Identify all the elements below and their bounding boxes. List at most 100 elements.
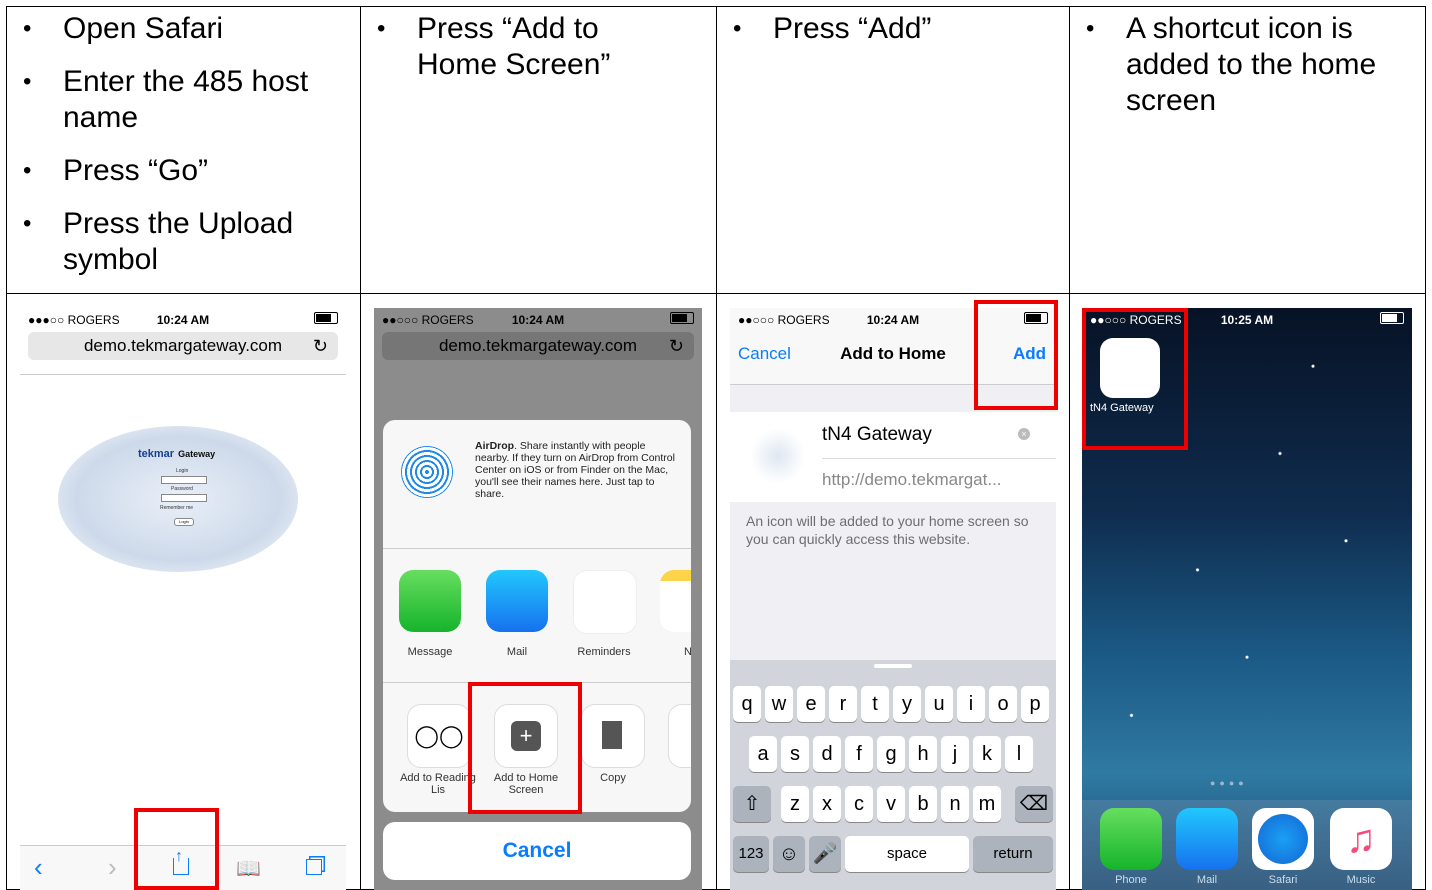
reading-list-icon[interactable]: ◯◯ bbox=[407, 704, 471, 768]
key-l[interactable]: l bbox=[1005, 736, 1033, 772]
address-bar: demo.tekmargateway.com ↻ bbox=[382, 332, 694, 360]
emoji-key-icon[interactable]: ☺ bbox=[773, 836, 805, 872]
address-url: demo.tekmargateway.com bbox=[83, 336, 283, 355]
print-icon[interactable] bbox=[668, 704, 691, 768]
bookmark-form: tN4 Gateway × http://demo.tekmargat... bbox=[730, 412, 1056, 502]
forward-icon[interactable]: › bbox=[108, 852, 117, 883]
copy-icon[interactable] bbox=[581, 704, 645, 768]
tekmar-logo: tekmar Gateway bbox=[138, 448, 216, 460]
battery-icon bbox=[1380, 312, 1404, 324]
music-app-icon[interactable]: ♫ bbox=[1330, 808, 1392, 870]
instruction-cell-1: Open Safari Enter the 485 host name Pres… bbox=[6, 6, 361, 294]
key-c[interactable]: c bbox=[845, 786, 873, 822]
bookmarks-icon[interactable]: 📖 bbox=[236, 856, 261, 881]
url-field: http://demo.tekmargat... bbox=[822, 470, 1002, 489]
highlight-new-icon bbox=[1082, 308, 1188, 450]
reload-icon[interactable]: ↻ bbox=[313, 332, 328, 360]
key-r[interactable]: r bbox=[829, 686, 857, 722]
key-p[interactable]: p bbox=[1021, 686, 1049, 722]
clear-icon[interactable]: × bbox=[1018, 428, 1030, 440]
key-u[interactable]: u bbox=[925, 686, 953, 722]
key-o[interactable]: o bbox=[989, 686, 1017, 722]
highlight-add-button bbox=[974, 300, 1058, 410]
login-button[interactable]: Login bbox=[174, 518, 194, 526]
login-label: Login bbox=[176, 468, 189, 474]
notes-app-icon[interactable] bbox=[660, 570, 691, 632]
key-m[interactable]: m bbox=[973, 786, 1001, 822]
key-f[interactable]: f bbox=[845, 736, 873, 772]
step-shortcut-added: A shortcut icon is added to the home scr… bbox=[1070, 11, 1425, 119]
key-a[interactable]: a bbox=[749, 736, 777, 772]
return-key[interactable]: return bbox=[973, 836, 1053, 872]
instruction-cell-2: Press “Add to Home Screen” bbox=[360, 6, 717, 294]
remember-label: Remember me bbox=[160, 505, 194, 511]
notes-label: No bbox=[683, 646, 691, 658]
key-s[interactable]: s bbox=[781, 736, 809, 772]
step-add-home-screen: Press “Add to Home Screen” bbox=[361, 11, 716, 83]
key-d[interactable]: d bbox=[813, 736, 841, 772]
reminders-app-icon[interactable] bbox=[573, 570, 637, 634]
mail-app-icon[interactable] bbox=[1176, 808, 1238, 870]
messages-app-icon[interactable] bbox=[399, 570, 461, 632]
key-n[interactable]: n bbox=[941, 786, 969, 822]
cancel-button[interactable]: Cancel bbox=[383, 822, 691, 880]
key-q[interactable]: q bbox=[733, 686, 761, 722]
add-home-note: An icon will be added to your home scree… bbox=[746, 513, 1029, 547]
shift-key-icon[interactable]: ⇧ bbox=[733, 786, 771, 822]
mic-key-icon[interactable]: 🎤 bbox=[809, 836, 841, 872]
battery-icon bbox=[670, 312, 694, 324]
step-press-go: Press “Go” bbox=[7, 153, 360, 189]
key-e[interactable]: e bbox=[797, 686, 825, 722]
site-icon bbox=[750, 428, 806, 484]
airdrop-section: AirDrop. Share instantly with people nea… bbox=[383, 420, 691, 549]
name-field[interactable]: tN4 Gateway bbox=[822, 424, 932, 446]
step-open-safari: Open Safari bbox=[7, 11, 360, 47]
key-w[interactable]: w bbox=[765, 686, 793, 722]
key-y[interactable]: y bbox=[893, 686, 921, 722]
dock: ♫ Phone Mail Safari Music bbox=[1082, 800, 1412, 890]
tabs-icon[interactable] bbox=[306, 859, 322, 875]
key-h[interactable]: h bbox=[909, 736, 937, 772]
status-time: 10:24 AM bbox=[511, 313, 565, 327]
numbers-key[interactable]: 123 bbox=[733, 836, 769, 872]
step-press-upload: Press the Upload symbol bbox=[7, 206, 360, 278]
key-t[interactable]: t bbox=[861, 686, 889, 722]
step-press-add: Press “Add” bbox=[717, 11, 1069, 47]
highlight-share-button bbox=[134, 808, 219, 890]
screen-safari: ●●●○○ ROGERS 10:24 AM demo.tekmargateway… bbox=[20, 308, 346, 890]
back-icon[interactable]: ‹ bbox=[34, 852, 43, 883]
key-v[interactable]: v bbox=[877, 786, 905, 822]
page-dots: ●●●● bbox=[1210, 778, 1248, 788]
mail-label: Mail bbox=[506, 646, 528, 658]
safari-app-icon[interactable] bbox=[1252, 808, 1314, 870]
address-bar[interactable]: demo.tekmargateway.com ↻ bbox=[28, 332, 338, 360]
backspace-key-icon[interactable]: ⌫ bbox=[1015, 786, 1053, 822]
safari-label: Safari bbox=[1268, 874, 1298, 886]
key-b[interactable]: b bbox=[909, 786, 937, 822]
airdrop-title: AirDrop bbox=[475, 440, 515, 452]
space-key[interactable]: space bbox=[845, 836, 969, 872]
login-field[interactable] bbox=[161, 476, 207, 484]
music-label: Music bbox=[1346, 874, 1376, 886]
status-time: 10:24 AM bbox=[156, 313, 210, 327]
keyboard: q w e r t y u i o p a s d f g h j k l ⇧ … bbox=[730, 660, 1056, 890]
mail-app-icon[interactable] bbox=[486, 570, 548, 632]
apps-row: Message Mail Reminders No bbox=[383, 548, 691, 683]
key-g[interactable]: g bbox=[877, 736, 905, 772]
phone-app-icon[interactable] bbox=[1100, 808, 1162, 870]
reload-icon: ↻ bbox=[668, 336, 684, 356]
battery-icon bbox=[314, 312, 338, 324]
key-z[interactable]: z bbox=[781, 786, 809, 822]
reminders-label: Reminders bbox=[577, 646, 631, 658]
key-x[interactable]: x bbox=[813, 786, 841, 822]
airdrop-icon bbox=[401, 446, 453, 498]
instruction-cell-3: Press “Add” bbox=[716, 6, 1070, 294]
key-j[interactable]: j bbox=[941, 736, 969, 772]
password-label: Password bbox=[171, 486, 193, 492]
instruction-cell-4: A shortcut icon is added to the home scr… bbox=[1069, 6, 1426, 294]
print-label: P bbox=[655, 772, 691, 784]
password-field[interactable] bbox=[161, 494, 207, 502]
key-i[interactable]: i bbox=[957, 686, 985, 722]
key-k[interactable]: k bbox=[973, 736, 1001, 772]
step-enter-host: Enter the 485 host name bbox=[7, 64, 360, 136]
